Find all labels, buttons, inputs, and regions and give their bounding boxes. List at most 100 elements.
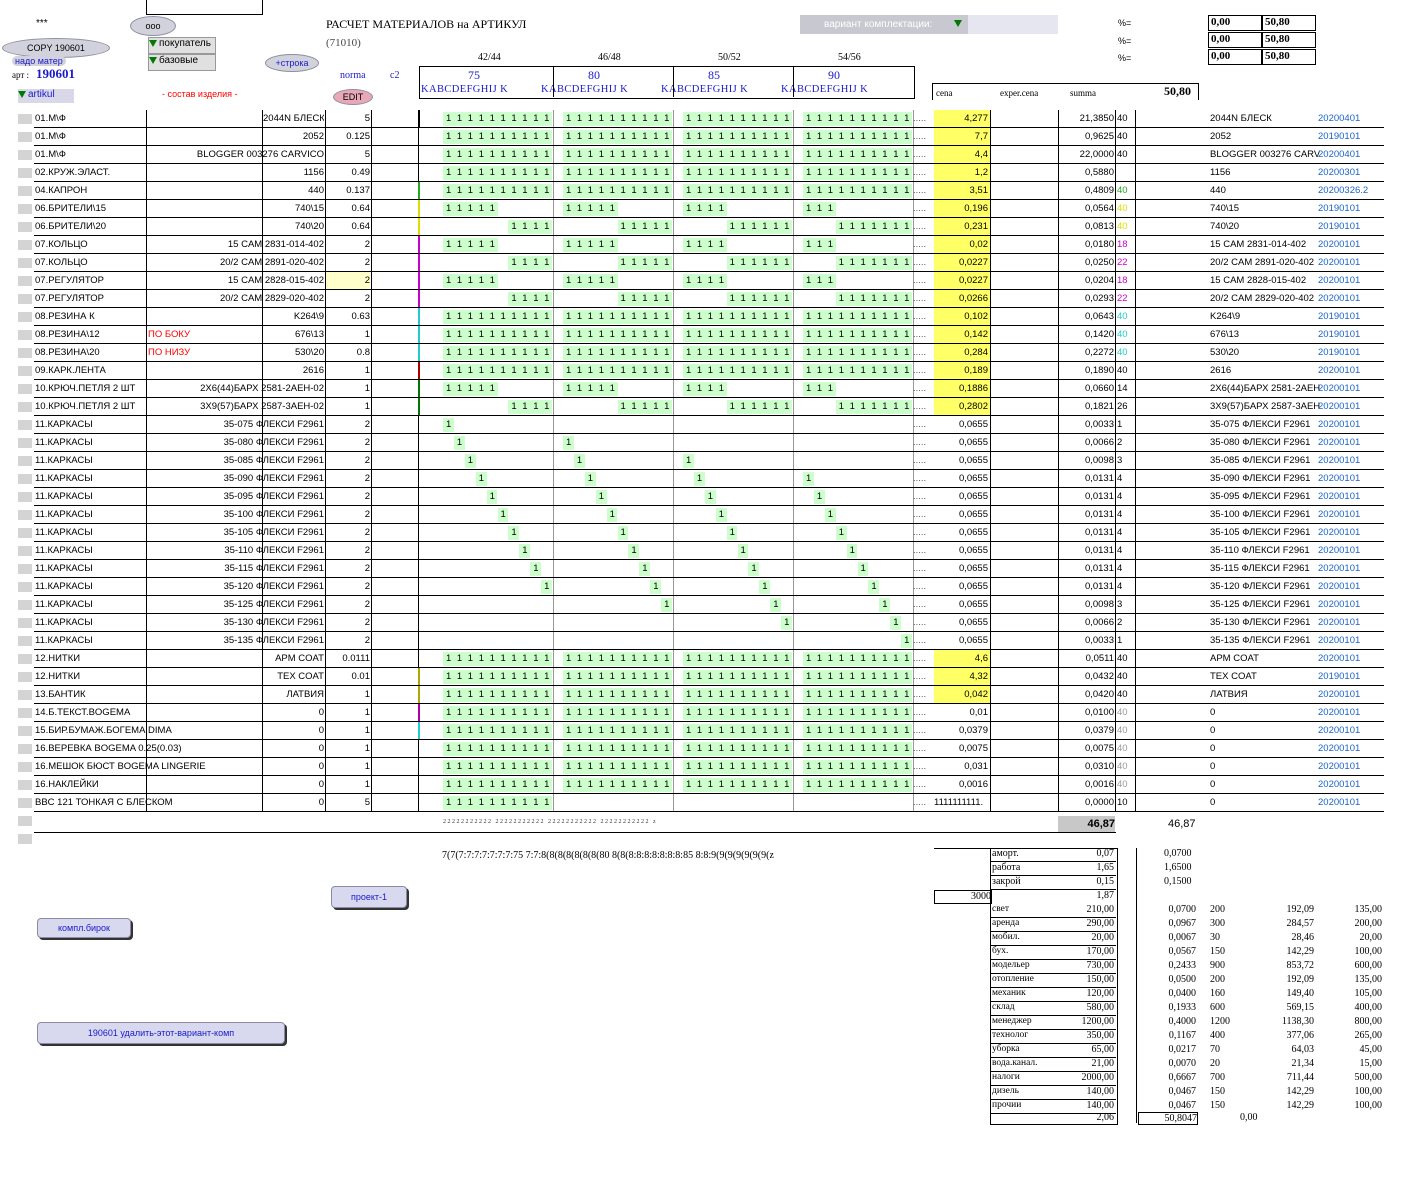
ref-date[interactable]: 20200101 (1318, 380, 1384, 397)
size-qty[interactable]: 1 (642, 218, 650, 235)
table-row[interactable]: 16.ВЕРЕВКА BOGEMA 0.25(0.03) 0 1 1 1 1 1 1 1 1 1 1 1… (18, 740, 1384, 758)
size-qty[interactable]: 1 (653, 776, 661, 793)
size-qty[interactable]: 1 (566, 668, 574, 685)
pokupatel-dropdown[interactable]: покупатель (148, 37, 216, 54)
size-qty[interactable]: 1 (871, 578, 879, 595)
size-qty[interactable]: 1 (686, 110, 694, 127)
size-qty[interactable]: 1 (522, 110, 530, 127)
size-qty[interactable]: 1 (599, 272, 607, 289)
size-qty[interactable]: 1 (850, 128, 858, 145)
size-qty[interactable]: 1 (588, 470, 596, 487)
size-qty[interactable]: 1 (839, 218, 847, 235)
size-qty[interactable]: 1 (544, 650, 552, 667)
size-qty[interactable]: 1 (730, 146, 738, 163)
norma-value[interactable]: 2 (326, 236, 370, 253)
size-qty[interactable]: 1 (501, 344, 509, 361)
ref-date[interactable]: 20200101 (1318, 794, 1384, 811)
size-qty[interactable]: 1 (871, 308, 879, 325)
size-qty[interactable]: 1 (544, 704, 552, 721)
size-qty[interactable]: 1 (751, 290, 759, 307)
size-qty[interactable]: 1 (719, 110, 727, 127)
size-qty[interactable]: 1 (642, 776, 650, 793)
size-qty[interactable]: 1 (544, 722, 552, 739)
row-handle[interactable] (18, 564, 32, 574)
size-qty[interactable]: 1 (861, 668, 869, 685)
size-qty[interactable]: 1 (697, 326, 705, 343)
size-qty[interactable]: 1 (479, 650, 487, 667)
row-handle[interactable] (18, 132, 32, 142)
size-qty[interactable]: 1 (741, 668, 749, 685)
table-row[interactable]: 09.КАРК.ЛЕНТА 2616 1 1 1 1 1 1 1 1 1 1 1 1 1 1 1 1 1 1 1 1 1 1 1… (18, 362, 1384, 380)
size-qty[interactable]: 1 (501, 128, 509, 145)
size-qty[interactable]: 1 (850, 254, 858, 271)
size-qty[interactable]: 1 (522, 398, 530, 415)
size-qty[interactable]: 1 (893, 110, 901, 127)
size-qty[interactable]: 1 (621, 128, 629, 145)
size-qty[interactable]: 1 (850, 164, 858, 181)
ref-date[interactable]: 20200101 (1318, 650, 1384, 667)
size-qty[interactable]: 1 (653, 164, 661, 181)
size-qty[interactable]: 1 (566, 236, 574, 253)
size-qty[interactable]: 1 (828, 776, 836, 793)
cena-value[interactable]: 4,32 (934, 668, 990, 685)
size-qty[interactable]: 1 (719, 668, 727, 685)
size-qty[interactable]: 1 (741, 290, 749, 307)
size-qty[interactable]: 1 (730, 326, 738, 343)
size-qty[interactable]: 1 (839, 776, 847, 793)
nado-mater-button[interactable]: надо матер (12, 56, 66, 66)
size-qty[interactable]: 1 (653, 722, 661, 739)
size-qty[interactable]: 1 (664, 128, 672, 145)
size-qty[interactable]: 1 (653, 218, 661, 235)
size-qty[interactable]: 1 (522, 794, 530, 811)
size-qty[interactable]: 1 (621, 290, 629, 307)
size-qty[interactable]: 1 (446, 668, 454, 685)
size-qty[interactable]: 1 (588, 146, 596, 163)
size-qty[interactable]: 1 (457, 110, 465, 127)
ref-date[interactable]: 20190101 (1318, 128, 1384, 145)
size-qty[interactable]: 1 (642, 182, 650, 199)
proekt-button[interactable]: проект-1 (331, 886, 407, 908)
size-qty[interactable]: 1 (871, 650, 879, 667)
size-qty[interactable]: 1 (741, 650, 749, 667)
table-row[interactable]: 02.КРУЖ.ЭЛАСТ. 1156 0.49 1 1 1 1 1 1 1 1 1 1 1 1 1 1 1 1 1 1… (18, 164, 1384, 182)
size-qty[interactable]: 1 (762, 164, 770, 181)
size-qty[interactable]: 1 (773, 650, 781, 667)
size-qty[interactable]: 1 (697, 146, 705, 163)
size-qty[interactable]: 1 (468, 704, 476, 721)
size-qty[interactable]: 1 (882, 344, 890, 361)
size-qty[interactable]: 1 (457, 164, 465, 181)
size-qty[interactable]: 1 (806, 128, 814, 145)
size-qty[interactable]: 1 (599, 380, 607, 397)
cena-value[interactable]: 0,0655 (934, 614, 990, 631)
size-qty[interactable]: 1 (642, 290, 650, 307)
size-qty[interactable]: 1 (839, 146, 847, 163)
size-qty[interactable]: 1 (686, 344, 694, 361)
size-qty[interactable]: 1 (762, 326, 770, 343)
size-qty[interactable]: 1 (511, 704, 519, 721)
size-qty[interactable]: 1 (479, 344, 487, 361)
size-qty[interactable]: 1 (762, 668, 770, 685)
size-qty[interactable]: 1 (828, 236, 836, 253)
size-qty[interactable]: 1 (817, 128, 825, 145)
ref-date[interactable]: 20200101 (1318, 452, 1384, 469)
size-qty[interactable]: 1 (850, 722, 858, 739)
size-qty[interactable]: 1 (817, 686, 825, 703)
size-qty[interactable]: 1 (850, 182, 858, 199)
size-qty[interactable]: 1 (490, 650, 498, 667)
size-qty[interactable]: 1 (762, 146, 770, 163)
size-qty[interactable]: 1 (806, 722, 814, 739)
size-qty[interactable]: 1 (533, 110, 541, 127)
size-qty[interactable]: 1 (904, 128, 912, 145)
size-qty[interactable]: 1 (511, 794, 519, 811)
size-qty[interactable]: 1 (599, 344, 607, 361)
size-qty[interactable]: 1 (751, 704, 759, 721)
size-qty[interactable]: 1 (784, 650, 792, 667)
size-qty[interactable]: 1 (599, 110, 607, 127)
size-qty[interactable]: 1 (588, 722, 596, 739)
size-qty[interactable]: 1 (751, 110, 759, 127)
size-qty[interactable]: 1 (566, 326, 574, 343)
size-qty[interactable]: 1 (577, 722, 585, 739)
size-qty[interactable]: 1 (501, 794, 509, 811)
size-qty[interactable]: 1 (621, 254, 629, 271)
size-qty[interactable]: 1 (741, 110, 749, 127)
